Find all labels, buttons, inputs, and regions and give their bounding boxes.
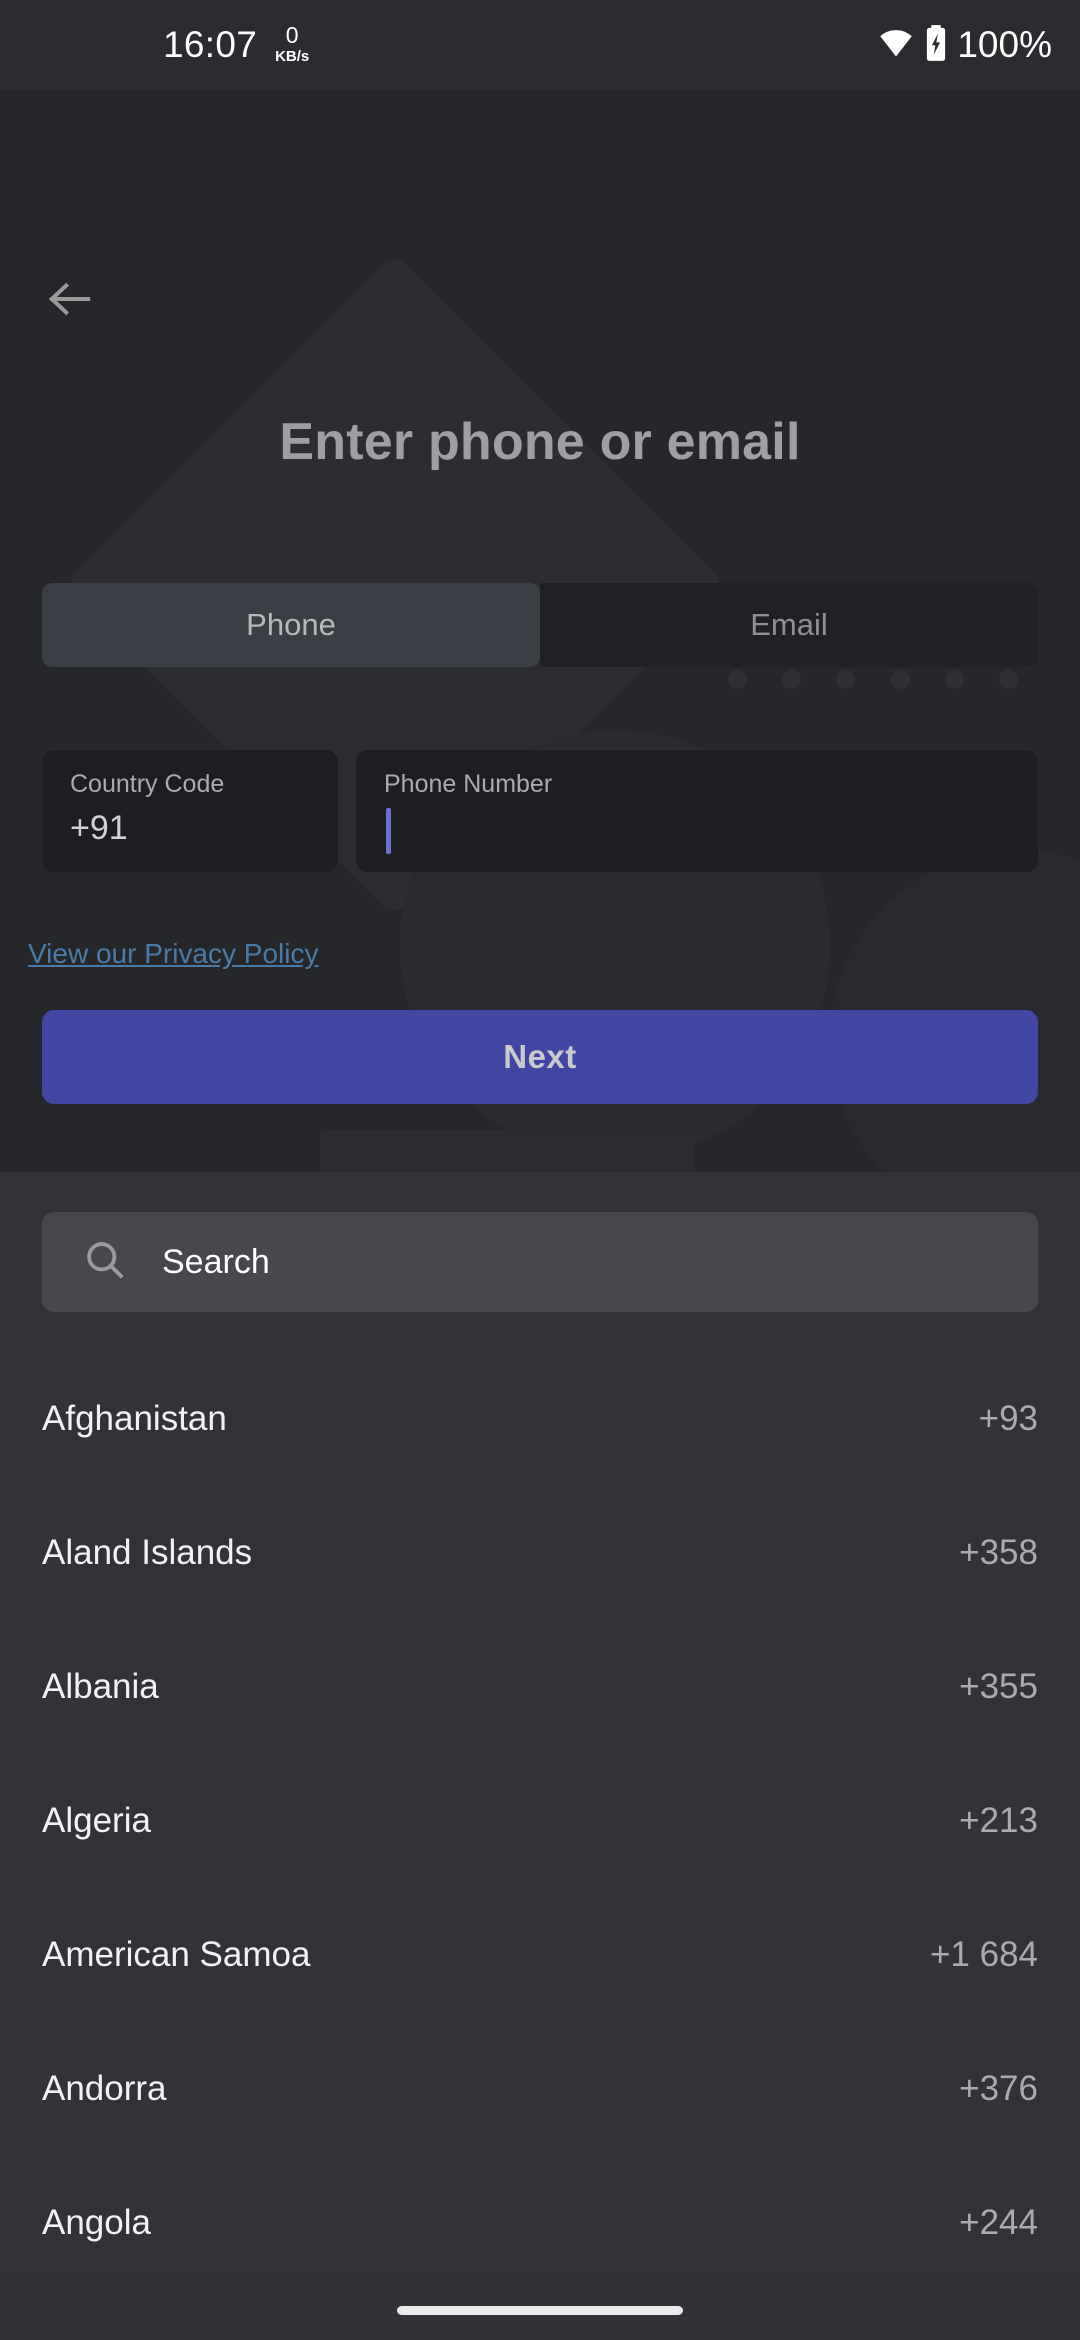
table-row[interactable]: Albania +355 (0, 1620, 1080, 1754)
country-dial-code: +1 684 (929, 1935, 1038, 1974)
method-tabs: Phone Email (42, 583, 1038, 667)
home-gesture-pill[interactable] (397, 2306, 683, 2315)
country-name: Albania (42, 1667, 159, 1706)
phone-number-label: Phone Number (384, 770, 553, 798)
table-row[interactable]: Aland Islands +358 (0, 1486, 1080, 1620)
country-dial-code: +213 (959, 1801, 1038, 1840)
table-row[interactable]: Angola +244 (0, 2156, 1080, 2277)
country-name: Angola (42, 2203, 151, 2242)
network-speed-indicator: 0 KB/s (275, 22, 310, 65)
battery-percent: 100% (957, 24, 1052, 65)
country-name: American Samoa (42, 1935, 311, 1974)
next-button[interactable]: Next (42, 1010, 1038, 1104)
wifi-icon (877, 28, 915, 63)
table-row[interactable]: Andorra +376 (0, 2022, 1080, 2156)
country-dial-code: +358 (959, 1533, 1038, 1572)
country-picker-sheet: Search Afghanistan +93 Aland Islands +35… (0, 1172, 1080, 2277)
country-list[interactable]: Afghanistan +93 Aland Islands +358 Alban… (0, 1352, 1080, 2277)
table-row[interactable]: Afghanistan +93 (0, 1352, 1080, 1486)
search-placeholder: Search (162, 1242, 270, 1281)
country-dial-code: +93 (978, 1399, 1038, 1438)
background-rect-watermark (320, 1130, 695, 1172)
back-button[interactable] (36, 268, 104, 334)
country-name: Andorra (42, 2069, 167, 2108)
text-caret (386, 808, 391, 854)
country-name: Afghanistan (42, 1399, 227, 1438)
tab-phone[interactable]: Phone (42, 583, 540, 667)
page-title: Enter phone or email (279, 413, 801, 471)
phone-number-field[interactable]: Phone Number (356, 750, 1038, 872)
phone-entry-form: Enter phone or email Phone Email Country… (0, 90, 1080, 1172)
network-speed-unit: KB/s (275, 48, 310, 65)
tab-email-label: Email (750, 607, 828, 642)
status-clock: 16:07 (163, 24, 258, 65)
background-dots-watermark (728, 668, 1018, 690)
phone-input-row: Country Code +91 Phone Number (42, 750, 1038, 872)
country-code-label: Country Code (70, 770, 225, 798)
tab-email[interactable]: Email (540, 583, 1038, 667)
table-row[interactable]: American Samoa +1 684 (0, 1888, 1080, 2022)
country-dial-code: +244 (959, 2203, 1038, 2242)
back-arrow-icon (47, 279, 93, 324)
battery-charging-icon (925, 24, 947, 67)
tab-phone-label: Phone (246, 607, 336, 642)
system-navigation-bar (0, 2277, 1080, 2340)
status-bar-left: 16:07 0 KB/s (163, 0, 309, 90)
privacy-policy-link[interactable]: View our Privacy Policy (28, 938, 318, 970)
table-row[interactable]: Algeria +213 (0, 1754, 1080, 1888)
status-bar-right: 100% (877, 0, 1052, 90)
network-speed-value: 0 (285, 22, 299, 48)
search-icon (82, 1237, 128, 1288)
phone-screen: 16:07 0 KB/s 100% Enter phone or email P… (0, 0, 1080, 2340)
country-name: Algeria (42, 1801, 151, 1840)
search-input[interactable]: Search (42, 1212, 1038, 1312)
country-code-value: +91 (70, 809, 128, 847)
country-name: Aland Islands (42, 1533, 253, 1572)
status-bar: 16:07 0 KB/s 100% (0, 0, 1080, 90)
country-code-field[interactable]: Country Code +91 (42, 750, 338, 872)
country-dial-code: +376 (959, 2069, 1038, 2108)
country-dial-code: +355 (959, 1667, 1038, 1706)
